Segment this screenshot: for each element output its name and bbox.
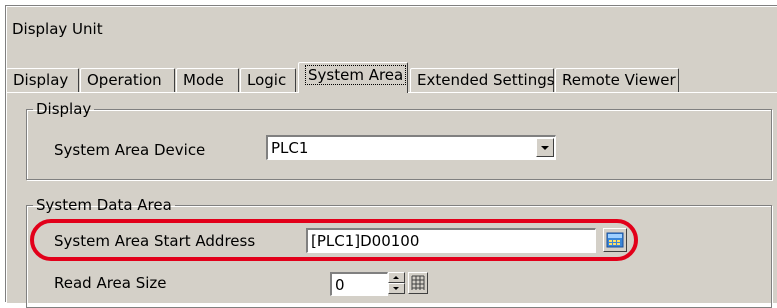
window-title: Display Unit [12, 20, 103, 38]
system-area-device-select[interactable]: PLC1 [266, 135, 556, 160]
start-address-label: System Area Start Address [54, 232, 256, 250]
tab-logic[interactable]: Logic [240, 68, 296, 92]
tab-system-area-label: System Area [305, 65, 407, 85]
read-area-size-spinner[interactable] [388, 272, 405, 294]
tab-system-area[interactable]: System Area [298, 62, 408, 93]
system-area-device-label: System Area Device [54, 141, 206, 159]
read-area-keypad-button[interactable] [408, 272, 428, 294]
start-address-input[interactable]: [PLC1]D00100 [306, 228, 596, 253]
system-data-area-legend: System Data Area [36, 196, 172, 214]
read-area-size-input[interactable]: 0 [330, 272, 388, 296]
spin-up-icon[interactable] [388, 272, 405, 283]
tab-remote-viewer[interactable]: Remote Viewer [555, 68, 679, 92]
read-area-size-label: Read Area Size [54, 274, 167, 292]
display-group-legend: Display [36, 100, 92, 118]
address-input-button[interactable] [603, 228, 627, 252]
tab-operation[interactable]: Operation [80, 68, 175, 92]
spin-down-icon[interactable] [388, 283, 405, 294]
keypad-icon [606, 232, 624, 248]
tab-bar: Display Operation Mode Logic System Area… [6, 60, 777, 94]
system-area-device-value: PLC1 [271, 139, 309, 157]
chevron-down-icon[interactable] [536, 138, 554, 157]
tab-mode[interactable]: Mode [176, 68, 239, 92]
tab-extended-settings[interactable]: Extended Settings [410, 68, 555, 92]
grid-keypad-icon [411, 275, 425, 290]
tab-display[interactable]: Display [6, 68, 79, 92]
